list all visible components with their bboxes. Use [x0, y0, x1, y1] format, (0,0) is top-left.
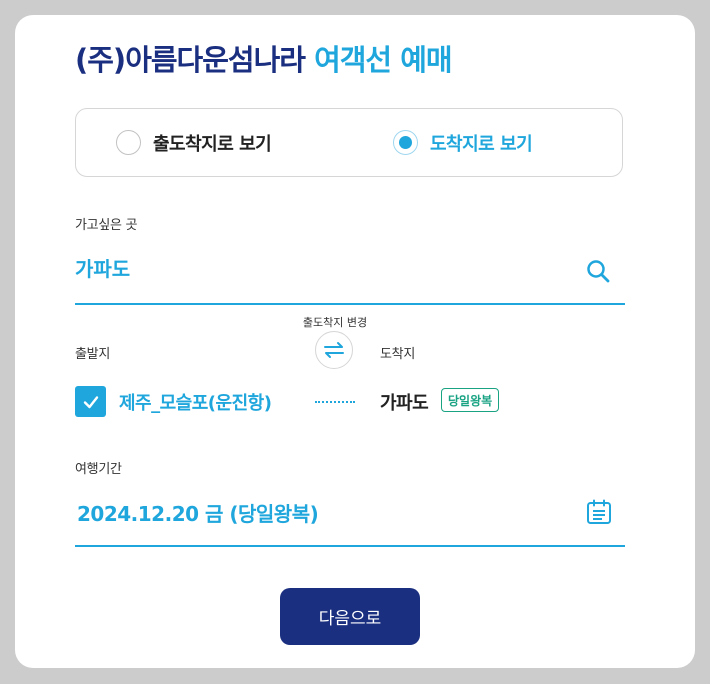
route-connector: [315, 401, 355, 403]
search-icon[interactable]: [585, 258, 611, 284]
origin-checkbox[interactable]: [75, 386, 106, 417]
destination-search-underline: [75, 303, 625, 305]
checkmark-icon: [83, 395, 98, 408]
destination-search-label: 가고싶은 곳: [75, 218, 138, 233]
radio-label: 도착지로 보기: [430, 133, 533, 155]
destination-search-input[interactable]: [75, 247, 545, 287]
travel-period-underline: [75, 545, 625, 547]
origin-port[interactable]: 제주_모슬포(운진항): [119, 389, 272, 415]
booking-card: (주)아름다운섬나라 여객선 예매 출도착지로 보기 도착지로 보기 가고싶은 …: [15, 15, 695, 668]
radio-destination-view[interactable]: 도착지로 보기: [393, 109, 533, 176]
radio-origin-destination-view[interactable]: 출도착지로 보기: [116, 109, 272, 176]
destination-port: 가파도: [380, 393, 429, 414]
page-title: (주)아름다운섬나라 여객선 예매: [75, 37, 453, 79]
radio-label: 출도착지로 보기: [153, 133, 272, 155]
radio-checked-icon[interactable]: [393, 130, 418, 155]
travel-period-label: 여행기간: [75, 462, 122, 477]
origin-label: 출발지: [75, 347, 110, 362]
travel-date-field[interactable]: 2024.12.20 금 (당일왕복): [77, 498, 319, 527]
calendar-icon[interactable]: [585, 498, 613, 526]
next-button[interactable]: 다음으로: [280, 588, 420, 645]
view-mode-toggle: 출도착지로 보기 도착지로 보기: [75, 108, 623, 177]
service-name: 여객선 예매: [314, 43, 452, 77]
trip-type-badge: 당일왕복: [441, 388, 500, 412]
swap-button[interactable]: [315, 331, 353, 369]
company-name: (주)아름다운섬나라: [75, 43, 306, 77]
radio-unchecked-icon[interactable]: [116, 130, 141, 155]
swap-caption: 출도착지 변경: [302, 316, 368, 329]
destination-label: 도착지: [380, 347, 415, 362]
swap-arrows-icon: [324, 342, 344, 358]
